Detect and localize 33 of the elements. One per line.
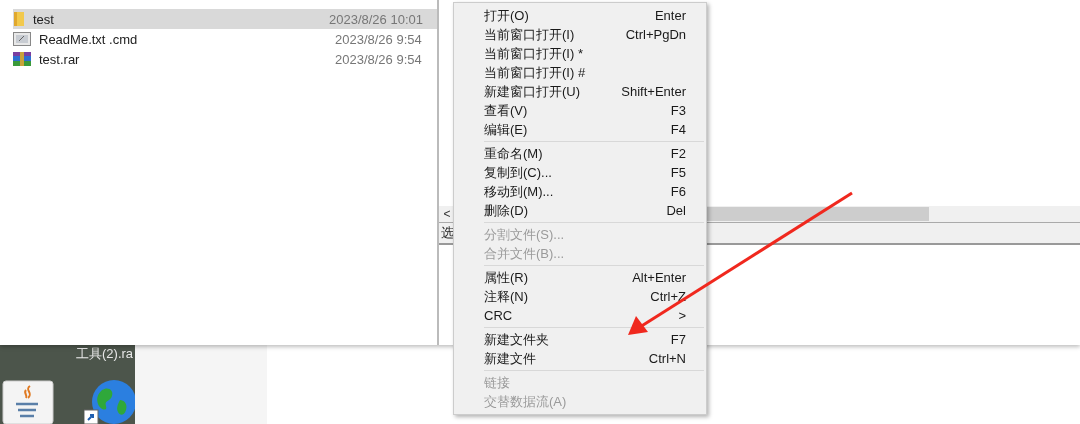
script-file-icon <box>13 32 31 46</box>
file-row[interactable]: ReadMe.txt .cmd 2023/8/26 9:54 <box>13 29 437 49</box>
menu-item[interactable]: 新建文件夹 F7 <box>454 330 706 349</box>
menu-item[interactable]: 查看(V) F3 <box>454 101 706 120</box>
file-name: ReadMe.txt .cmd <box>39 31 139 47</box>
file-date: 2023/8/26 10:01 <box>329 11 423 27</box>
scroll-left-button[interactable]: < <box>439 207 455 221</box>
status-text: 选 <box>440 224 454 242</box>
java-cup-icon[interactable] <box>2 380 54 424</box>
file-date: 2023/8/26 9:54 <box>335 51 422 67</box>
file-row[interactable]: test.rar 2023/8/26 9:54 <box>13 49 437 69</box>
menu-item[interactable]: 复制到(C)... F5 <box>454 163 706 182</box>
menu-item[interactable]: 当前窗口打开(I) * <box>454 44 706 63</box>
menu-item[interactable]: 注释(N) Ctrl+Z <box>454 287 706 306</box>
folder-icon <box>13 11 25 27</box>
menu-item[interactable]: 编辑(E) F4 <box>454 120 706 139</box>
menu-item[interactable]: 新建窗口打开(U) Shift+Enter <box>454 82 706 101</box>
menu-item[interactable]: 重命名(M) F2 <box>454 144 706 163</box>
menu-item[interactable]: 打开(O) Enter <box>454 6 706 25</box>
desktop-icon-label: 工具(2).ra <box>76 345 134 363</box>
menu-item[interactable]: 移动到(M)... F6 <box>454 182 706 201</box>
menu-item[interactable]: 新建文件 Ctrl+N <box>454 349 706 368</box>
menu-item[interactable]: 当前窗口打开(I) Ctrl+PgDn <box>454 25 706 44</box>
file-name: test.rar <box>39 51 81 67</box>
menu-item[interactable]: CRC > <box>454 306 706 325</box>
menu-item[interactable]: 属性(R) Alt+Enter <box>454 268 706 287</box>
file-name: test <box>33 11 55 27</box>
archive-icon <box>13 52 31 66</box>
file-date: 2023/8/26 9:54 <box>335 31 422 47</box>
menu-item[interactable]: 当前窗口打开(I) # <box>454 63 706 82</box>
scrollbar-thumb[interactable] <box>705 207 929 221</box>
globe-shortcut-icon[interactable] <box>84 378 135 424</box>
file-row[interactable]: test 2023/8/26 10:01 <box>13 9 437 29</box>
